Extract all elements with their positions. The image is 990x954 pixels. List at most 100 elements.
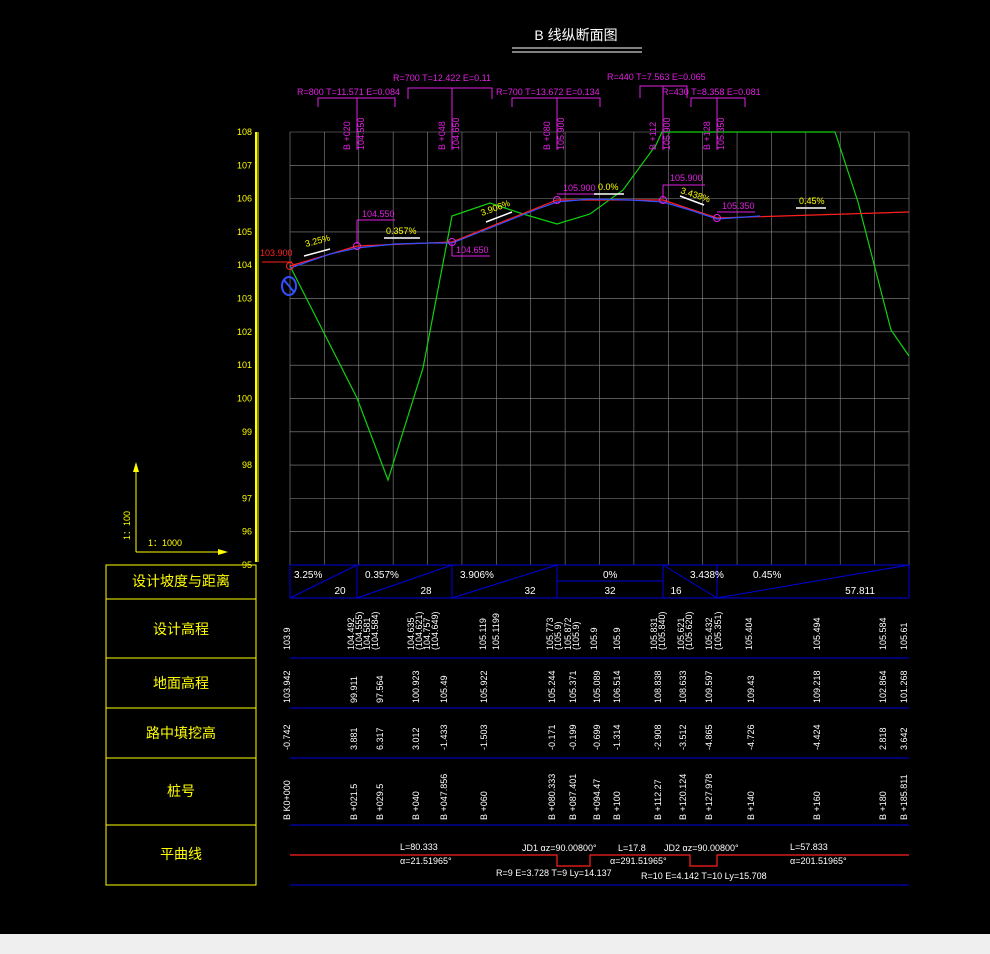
vc-label-5: R=430 T=8.358 E=0.081 [662, 87, 761, 97]
distance-2: 28 [420, 586, 432, 597]
fill-cut-value: -4.424 [812, 724, 822, 750]
vc-bracket-5 [690, 97, 746, 107]
station-value: B +120.124 [678, 774, 688, 820]
pvi-elev-5: 105.350 [722, 201, 755, 211]
pvi-station-elev-2: 104.650 [451, 117, 461, 150]
grade-label-6: 0.45% [799, 196, 825, 206]
start-marker: 103.900 [260, 248, 297, 296]
y-tick-label: 107 [237, 160, 252, 170]
distance-6: 57.811 [845, 586, 875, 597]
row-title-ground-elev: 地面高程 [153, 675, 209, 691]
row-title-fill-cut: 路中填挖高 [146, 725, 216, 741]
grade-label-3: 3.906% [479, 198, 511, 218]
grade-label-4: 0.0% [598, 182, 619, 192]
fill-cut-value: -0.699 [592, 724, 602, 750]
status-strip [0, 934, 990, 954]
curve-L3: L=57.833 [790, 842, 828, 852]
vc-bracket-3 [511, 97, 601, 107]
y-tick-label: 108 [237, 127, 252, 137]
curve-JD2b: R=10 E=4.142 T=10 Ly=15.708 [641, 871, 767, 881]
row-title-grade: 设计坡度与距离 [132, 573, 230, 589]
fill-cut-value: -0.171 [547, 724, 557, 750]
curve-a1: α=21.51965° [400, 856, 452, 866]
y-tick-label: 97 [242, 493, 252, 503]
design-elev-value: (105.840) [657, 611, 667, 650]
grade-value-2: 0.357% [365, 570, 399, 581]
ground-elev-value: 103.942 [282, 670, 292, 703]
drawing-title: B 线纵断面图 [534, 27, 617, 43]
station-value: B +080.333 [547, 774, 557, 820]
station-value: B +021.5 [349, 784, 359, 820]
y-tick-label: 106 [237, 194, 252, 204]
row-title-design-elev: 设计高程 [153, 621, 209, 637]
station-value: B +100 [612, 791, 622, 820]
fill-cut-value: 6.317 [375, 727, 385, 750]
fill-cut-value: -1.314 [612, 724, 622, 750]
station-value: B +127.978 [704, 774, 714, 820]
station-value: B +040 [411, 791, 421, 820]
curve-a2: α=291.51965° [610, 856, 667, 866]
fill-cut-value: -1.503 [479, 724, 489, 750]
station-value: B +180 [878, 791, 888, 820]
grade-value-5: 3.438% [690, 570, 724, 581]
station-value: B +047.856 [439, 774, 449, 820]
y-tick-label: 96 [242, 527, 252, 537]
profile-svg: B 线纵断面图 108 107 106 105 104 103 102 101 100 99 98 9… [105, 27, 910, 886]
pvi-station-elev-1: 104.550 [356, 117, 366, 150]
row-title-curve: 平曲线 [160, 846, 202, 862]
vc-label-4: R=440 T=7.563 E=0.065 [607, 72, 706, 82]
pvi-elev-3: 105.900 [563, 183, 596, 193]
station-value: B +112.27 [653, 779, 663, 820]
grade-value-1: 3.25% [294, 570, 322, 581]
grade-value-3: 3.906% [460, 570, 494, 581]
ground-elev-value: 106.514 [612, 670, 622, 703]
pvi-station-5: B +128 [702, 121, 712, 150]
ground-elev-value: 105.244 [547, 670, 557, 703]
ground-elev-value: 97.564 [375, 675, 385, 703]
station-value: B +185.811 [899, 774, 909, 820]
pvi-station-elev-4: 105.900 [662, 117, 672, 150]
design-elev-value: 103.9 [282, 627, 292, 650]
design-elev-value: (104.584) [370, 611, 380, 650]
design-elev-value: (104.649) [430, 611, 440, 650]
pvi-station-2: B +048 [437, 121, 447, 150]
design-elev-value: (105.9) [553, 621, 563, 650]
distance-4: 32 [604, 586, 616, 597]
vc-label-2: R=700 T=12.422 E=0.11 [393, 73, 491, 83]
row-title-station: 桩号 [167, 783, 195, 799]
y-tick-label: 102 [237, 327, 252, 337]
distance-5: 16 [670, 586, 682, 597]
station-value: B +094.47 [592, 779, 602, 820]
curve-JD1b: R=9 E=3.728 T=9 Ly=14.137 [496, 868, 612, 878]
table-frame: 设计坡度与距离 设计高程 地面高程 路中填挖高 桩号 平曲线 [105, 564, 257, 886]
design-elev-value: (105.620) [684, 611, 694, 650]
grade-diag-6 [716, 564, 910, 599]
fill-cut-value: -0.742 [282, 724, 292, 750]
y-tick-label: 99 [242, 427, 252, 437]
design-elev-value: 105.1199 [491, 613, 501, 650]
y-tick-label: 98 [242, 460, 252, 470]
grade-label-2: 0.357% [386, 226, 417, 236]
ground-elev-value: 109.597 [704, 670, 714, 703]
fill-cut-value: 2.818 [878, 727, 888, 750]
station-value: B +060 [479, 791, 489, 820]
ground-elev-value: 105.089 [592, 670, 602, 703]
station-value: B +029.5 [375, 784, 385, 820]
curve-JD1: JD1 αz=90.00800° [522, 843, 597, 853]
y-tick-label: 103 [237, 294, 252, 304]
pvi-station-3: B +080 [542, 121, 552, 150]
fill-cut-value: -3.512 [678, 724, 688, 750]
ground-elev-value: 101.268 [899, 670, 909, 703]
grade-row: 3.25% 0.357% 3.906% 0% 3.438% 0.45% 20 2… [289, 564, 910, 599]
pvi-elev-1: 104.550 [362, 209, 395, 219]
y-tick-labels: 1081071061051041031021011009998979695 [237, 127, 252, 570]
vc-bracket-2 [407, 87, 493, 99]
design-elev-value: 105.61 [899, 622, 909, 650]
vc-label-3: R=700 T=13.672 E=0.134 [496, 87, 600, 97]
ground-elev-value: 109.43 [746, 675, 756, 703]
ground-elev-value: 108.838 [653, 670, 663, 703]
ground-elev-value: 109.218 [812, 670, 822, 703]
fill-cut-value: -4.726 [746, 724, 756, 750]
scale-arrow-up-icon [133, 462, 139, 472]
benchmark-icon-stroke [283, 279, 295, 293]
